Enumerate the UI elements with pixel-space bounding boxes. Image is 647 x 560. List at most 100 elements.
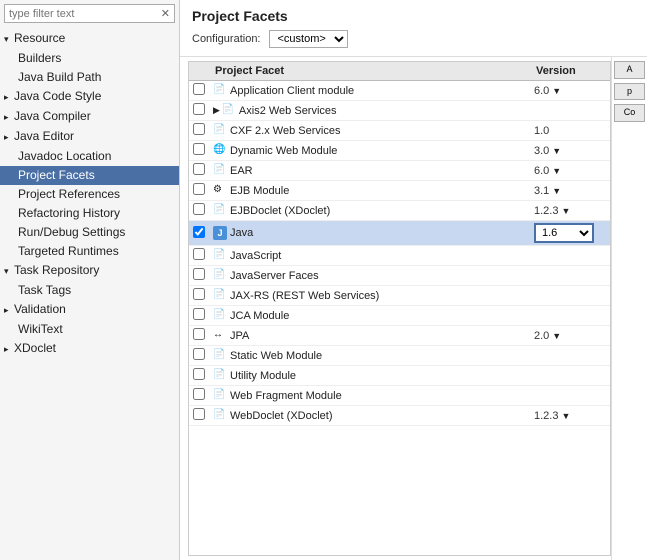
- facet-icon: 📄: [222, 104, 236, 118]
- row-checkbox[interactable]: [193, 328, 205, 340]
- sidebar-item-task-tags[interactable]: Task Tags: [0, 281, 179, 300]
- facets-table: Project Facet Version 📄Application Clien…: [189, 62, 610, 426]
- row-name: JPA: [230, 330, 249, 342]
- jpa-icon: ↔: [213, 329, 227, 343]
- search-bar[interactable]: ✕: [4, 4, 175, 23]
- row-checkbox[interactable]: [193, 308, 205, 320]
- row-name: CXF 2.x Web Services: [230, 125, 340, 137]
- expand-arrow: ▾: [4, 31, 14, 48]
- row-checkbox[interactable]: [193, 288, 205, 300]
- sidebar-item-label: WikiText: [18, 322, 63, 336]
- row-version-cell: [530, 286, 610, 306]
- row-checkbox[interactable]: [193, 408, 205, 420]
- sidebar-item-java-code-style[interactable]: ▸Java Code Style: [0, 87, 179, 107]
- sidebar-item-label: Validation: [14, 302, 66, 316]
- facets-table-container[interactable]: Project Facet Version 📄Application Clien…: [188, 61, 611, 556]
- version-dropdown-arrow[interactable]: ▼: [552, 166, 561, 176]
- page-header: Project Facets Configuration: <custom>: [180, 0, 647, 57]
- row-checkbox[interactable]: [193, 248, 205, 260]
- facet-icon: 📄: [213, 289, 227, 303]
- sidebar-item-wikitext[interactable]: WikiText: [0, 320, 179, 339]
- sidebar-item-java-editor[interactable]: ▸Java Editor: [0, 127, 179, 147]
- row-name-cell: 📄JCA Module: [209, 306, 530, 326]
- clear-search-icon[interactable]: ✕: [161, 7, 170, 20]
- expand-arrow: ▸: [4, 302, 14, 319]
- facet-icon: 📄: [213, 349, 227, 363]
- panel-btn-a[interactable]: A: [614, 61, 645, 79]
- table-row: 📄WebDoclet (XDoclet) 1.2.3▼: [189, 406, 610, 426]
- sidebar-item-resource[interactable]: ▾Resource: [0, 29, 179, 49]
- version-text: 1.2.3: [534, 410, 558, 422]
- version-select[interactable]: 1.31.41.51.61.7: [534, 223, 594, 243]
- row-checkbox-cell: [189, 161, 209, 181]
- row-checkbox[interactable]: [193, 388, 205, 400]
- sidebar-item-label: Java Build Path: [18, 70, 101, 84]
- row-version-cell: 1.0: [530, 121, 610, 141]
- row-checkbox[interactable]: [193, 203, 205, 215]
- sidebar-item-label: Resource: [14, 31, 65, 45]
- sidebar-item-refactoring-history[interactable]: Refactoring History: [0, 204, 179, 223]
- row-checkbox[interactable]: [193, 143, 205, 155]
- sidebar-item-label: Java Editor: [14, 129, 74, 143]
- sidebar-item-project-references[interactable]: Project References: [0, 185, 179, 204]
- row-checkbox-cell: [189, 406, 209, 426]
- version-text: 1.2.3: [534, 205, 558, 217]
- row-name-cell: 📄Application Client module: [209, 81, 530, 101]
- row-checkbox[interactable]: [193, 103, 205, 115]
- version-text: 1.0: [534, 125, 549, 137]
- row-checkbox[interactable]: [193, 183, 205, 195]
- row-checkbox-cell: [189, 201, 209, 221]
- version-dropdown-arrow[interactable]: ▼: [552, 186, 561, 196]
- row-version-cell: 6.0▼: [530, 81, 610, 101]
- row-checkbox-cell: [189, 326, 209, 346]
- sidebar-item-label: Task Tags: [18, 283, 71, 297]
- row-checkbox[interactable]: [193, 123, 205, 135]
- row-checkbox[interactable]: [193, 348, 205, 360]
- version-dropdown-arrow[interactable]: ▼: [552, 146, 561, 156]
- sidebar-item-targeted-runtimes[interactable]: Targeted Runtimes: [0, 242, 179, 261]
- expand-icon: ▶: [213, 105, 220, 116]
- version-dropdown-arrow[interactable]: ▼: [561, 206, 570, 216]
- sidebar-item-label: Task Repository: [14, 263, 99, 277]
- search-input[interactable]: [9, 8, 161, 20]
- row-name-cell: 📄EJBDoclet (XDoclet): [209, 201, 530, 221]
- sidebar-item-java-compiler[interactable]: ▸Java Compiler: [0, 107, 179, 127]
- row-name: Axis2 Web Services: [239, 105, 337, 117]
- row-checkbox[interactable]: [193, 268, 205, 280]
- sidebar-item-project-facets[interactable]: Project Facets: [0, 166, 179, 185]
- table-row: ⚙EJB Module3.1▼: [189, 181, 610, 201]
- row-name: WebDoclet (XDoclet): [230, 410, 333, 422]
- sidebar-item-label: Targeted Runtimes: [18, 244, 119, 258]
- sidebar-item-xdoclet[interactable]: ▸XDoclet: [0, 339, 179, 359]
- facet-icon: 📄: [213, 409, 227, 423]
- row-checkbox-cell: [189, 386, 209, 406]
- row-version-cell: [530, 386, 610, 406]
- table-row: 📄Application Client module6.0▼: [189, 81, 610, 101]
- sidebar-item-javadoc-location[interactable]: Javadoc Location: [0, 147, 179, 166]
- sidebar-item-label: Java Compiler: [14, 109, 91, 123]
- row-checkbox[interactable]: [193, 83, 205, 95]
- panel-btn-p[interactable]: p: [614, 83, 645, 101]
- col-version: Version: [530, 62, 610, 81]
- sidebar-item-label: Java Code Style: [14, 89, 101, 103]
- row-name-cell: 📄JAX-RS (REST Web Services): [209, 286, 530, 306]
- row-checkbox[interactable]: [193, 368, 205, 380]
- table-row: 📄Static Web Module: [189, 346, 610, 366]
- sidebar-item-task-repository[interactable]: ▾Task Repository: [0, 261, 179, 281]
- version-dropdown-arrow[interactable]: ▼: [552, 86, 561, 96]
- row-name: Dynamic Web Module: [230, 145, 337, 157]
- panel-btn-co[interactable]: Co: [614, 104, 645, 122]
- sidebar-item-builders[interactable]: Builders: [0, 49, 179, 68]
- sidebar-item-run-debug-settings[interactable]: Run/Debug Settings: [0, 223, 179, 242]
- row-checkbox[interactable]: [193, 163, 205, 175]
- version-dropdown-arrow[interactable]: ▼: [552, 331, 561, 341]
- table-row: 📄JavaServer Faces: [189, 266, 610, 286]
- version-dropdown-arrow[interactable]: ▼: [561, 411, 570, 421]
- sidebar-item-validation[interactable]: ▸Validation: [0, 300, 179, 320]
- config-select[interactable]: <custom>: [269, 30, 348, 48]
- sidebar-item-java-build-path[interactable]: Java Build Path: [0, 68, 179, 87]
- row-name-cell: 📄CXF 2.x Web Services: [209, 121, 530, 141]
- col-checkbox: [189, 62, 209, 81]
- row-checkbox[interactable]: [193, 226, 205, 238]
- facet-icon: 📄: [213, 269, 227, 283]
